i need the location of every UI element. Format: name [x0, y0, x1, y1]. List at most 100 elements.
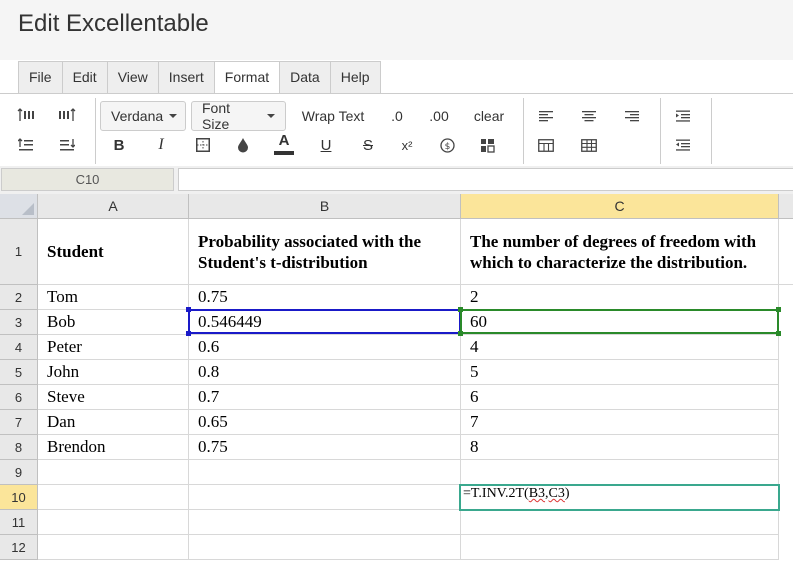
cell-b9[interactable]	[189, 460, 461, 485]
increase-indent-icon[interactable]	[672, 104, 694, 128]
menu-edit[interactable]: Edit	[62, 62, 108, 93]
cell-b6[interactable]: 0.7	[189, 385, 461, 410]
sort-descending-icon[interactable]	[55, 104, 79, 126]
cell-a2[interactable]: Tom	[38, 285, 189, 310]
menu-view[interactable]: View	[107, 62, 159, 93]
cell-a10[interactable]	[38, 485, 189, 510]
cell-c12[interactable]	[461, 535, 779, 560]
resize-handle[interactable]	[776, 331, 781, 336]
font-size-dropdown[interactable]: Font Size	[191, 100, 286, 132]
row-header-10[interactable]: 10	[0, 485, 38, 510]
formula-suffix: )	[564, 486, 570, 501]
cell-a12[interactable]	[38, 535, 189, 560]
resize-handle[interactable]	[458, 307, 463, 312]
indent-rows-icon[interactable]	[14, 134, 38, 156]
cell-c11[interactable]	[461, 510, 779, 535]
cell-a9[interactable]	[38, 460, 189, 485]
name-box[interactable]: C10	[1, 168, 174, 191]
cell-a5[interactable]: John	[38, 360, 189, 385]
cell-a4[interactable]: Peter	[38, 335, 189, 360]
fill-color-icon[interactable]	[232, 133, 254, 157]
toolbar-separator	[711, 98, 712, 164]
cell-b1[interactable]: Probability associated with the Student'…	[189, 219, 461, 285]
outdent-rows-icon[interactable]	[55, 134, 79, 156]
align-left-icon[interactable]	[535, 104, 557, 128]
menu-file[interactable]: File	[19, 62, 63, 93]
row-header-4[interactable]: 4	[0, 335, 38, 360]
row-header-6[interactable]: 6	[0, 385, 38, 410]
cell-a7[interactable]: Dan	[38, 410, 189, 435]
resize-handle[interactable]	[186, 331, 191, 336]
menu-help[interactable]: Help	[330, 62, 380, 93]
insert-column-icon[interactable]	[535, 133, 557, 157]
select-all-corner[interactable]	[0, 194, 38, 219]
row-header-11[interactable]: 11	[0, 510, 38, 535]
cell-b12[interactable]	[189, 535, 461, 560]
cell-b11[interactable]	[189, 510, 461, 535]
row-header-12[interactable]: 12	[0, 535, 38, 560]
increase-decimal-button[interactable]: .00	[424, 104, 454, 128]
resize-handle[interactable]	[186, 307, 191, 312]
cell-b3[interactable]: 0.546449	[189, 310, 461, 335]
align-right-icon[interactable]	[621, 104, 643, 128]
cell-d1[interactable]	[779, 219, 793, 285]
cell-a1[interactable]: Student	[38, 219, 189, 285]
cell-c10-formula-editor[interactable]: =T.INV.2T(B3, C3)	[461, 485, 779, 510]
row-header-8[interactable]: 8	[0, 435, 38, 460]
row-header-9[interactable]: 9	[0, 460, 38, 485]
cell-a3[interactable]: Bob	[38, 310, 189, 335]
toolbar: Verdana Font Size Wrap Text .0 .00 clear…	[0, 93, 793, 165]
borders-icon[interactable]	[192, 133, 214, 157]
clear-button[interactable]: clear	[470, 104, 508, 128]
menu-data[interactable]: Data	[280, 62, 331, 93]
cell-c9[interactable]	[461, 460, 779, 485]
row-header-2[interactable]: 2	[0, 285, 38, 310]
font-color-button[interactable]: A	[273, 130, 295, 158]
row-header-3[interactable]: 3	[0, 310, 38, 335]
cell-b5[interactable]: 0.8	[189, 360, 461, 385]
cell-a6[interactable]: Steve	[38, 385, 189, 410]
align-center-icon[interactable]	[578, 104, 600, 128]
italic-button[interactable]: I	[150, 133, 172, 157]
cell-b2[interactable]: 0.75	[189, 285, 461, 310]
font-family-dropdown[interactable]: Verdana	[100, 101, 186, 131]
menu-insert[interactable]: Insert	[158, 62, 215, 93]
column-header-c[interactable]: C	[461, 194, 779, 219]
cell-c8[interactable]: 8	[461, 435, 779, 460]
bold-button[interactable]: B	[108, 133, 130, 157]
cell-b4[interactable]: 0.6	[189, 335, 461, 360]
column-header-d[interactable]	[779, 194, 793, 219]
superscript-button[interactable]: x²	[396, 133, 418, 157]
insert-table-icon[interactable]	[578, 133, 600, 157]
column-header-b[interactable]: B	[189, 194, 461, 219]
row-header-7[interactable]: 7	[0, 410, 38, 435]
currency-icon[interactable]: $	[436, 133, 458, 157]
merge-cells-icon[interactable]	[476, 133, 498, 157]
cell-b8[interactable]: 0.75	[189, 435, 461, 460]
cell-b10[interactable]	[189, 485, 461, 510]
cell-a11[interactable]	[38, 510, 189, 535]
decrease-decimal-button[interactable]: .0	[384, 104, 410, 128]
resize-handle[interactable]	[458, 331, 463, 336]
cell-a8[interactable]: Brendon	[38, 435, 189, 460]
cell-b7[interactable]: 0.65	[189, 410, 461, 435]
wrap-text-button[interactable]: Wrap Text	[296, 104, 370, 128]
menu-format[interactable]: Format	[214, 62, 281, 94]
cell-c4[interactable]: 4	[461, 335, 779, 360]
sort-ascending-icon[interactable]	[14, 104, 38, 126]
formula-input[interactable]	[178, 168, 793, 191]
cell-c6[interactable]: 6	[461, 385, 779, 410]
formula-prefix: =T.INV.2T(	[463, 486, 529, 501]
decrease-indent-icon[interactable]	[672, 133, 694, 157]
underline-button[interactable]: U	[315, 133, 337, 157]
column-header-a[interactable]: A	[38, 194, 189, 219]
cell-c7[interactable]: 7	[461, 410, 779, 435]
row-header-5[interactable]: 5	[0, 360, 38, 385]
cell-c3[interactable]: 60	[461, 310, 779, 335]
resize-handle[interactable]	[776, 307, 781, 312]
cell-c1[interactable]: The number of degrees of freedom with wh…	[461, 219, 779, 285]
row-header-1[interactable]: 1	[0, 219, 38, 285]
cell-c2[interactable]: 2	[461, 285, 779, 310]
cell-c5[interactable]: 5	[461, 360, 779, 385]
strikethrough-button[interactable]: S	[357, 133, 379, 157]
